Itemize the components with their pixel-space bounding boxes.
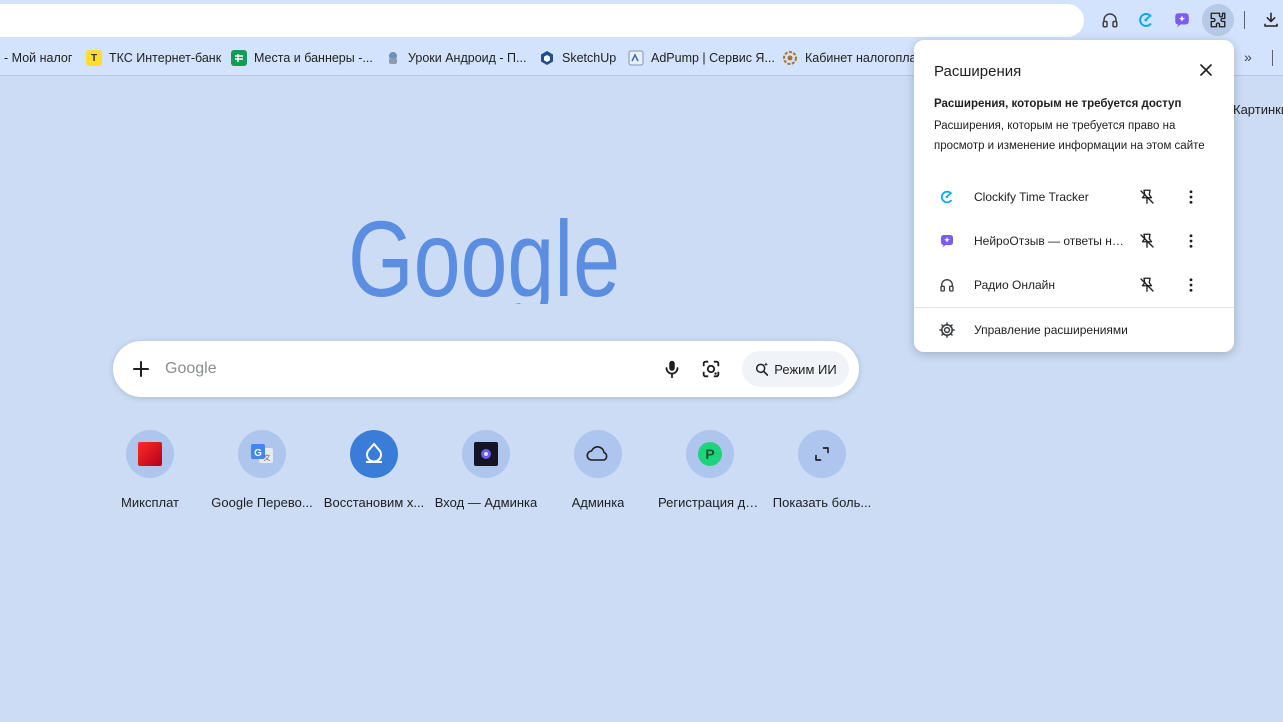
extension-item-clockify[interactable]: Clockify Time Tracker	[914, 177, 1234, 217]
browser-toolbar	[0, 0, 1283, 40]
tks-icon: T	[86, 50, 102, 66]
manage-extensions-label: Управление расширениями	[974, 323, 1128, 337]
shortcut-label: Google Перево...	[211, 495, 313, 510]
unpin-icon[interactable]	[1138, 232, 1156, 250]
bookmark-uroki-android[interactable]: Уроки Андроид - П...	[385, 49, 526, 67]
search-input[interactable]: Google	[165, 360, 217, 378]
android-icon	[385, 50, 401, 66]
more-options-icon[interactable]	[1182, 276, 1200, 294]
bookmarks-overflow-icon[interactable]: »	[1244, 49, 1252, 65]
shortcut-adminka[interactable]: Админка	[544, 430, 652, 510]
bookmark-sketchup[interactable]: SketchUp	[539, 49, 616, 67]
shortcut-vosstanovim[interactable]: Восстановим х...	[320, 430, 428, 510]
shortcut-label: Восстановим х...	[323, 495, 425, 510]
popup-divider	[914, 307, 1234, 308]
unpin-icon[interactable]	[1138, 276, 1156, 294]
toolbar-separator	[1244, 11, 1245, 29]
bookmark-tks[interactable]: T ТКС Интернет-банк	[86, 49, 221, 67]
google-translate-icon: G文	[238, 430, 286, 478]
bookmarks-separator	[1272, 50, 1273, 66]
shortcut-label: Показать боль...	[772, 495, 872, 510]
google-logo: Google	[348, 200, 620, 304]
clockify-icon	[938, 188, 956, 206]
shortcut-label: Миксплат	[121, 495, 179, 510]
extension-name: НейроОтзыв — ответы на отзывы	[974, 234, 1130, 248]
popup-title: Расширения	[934, 63, 1022, 80]
extension-item-neiro[interactable]: НейроОтзыв — ответы на отзывы	[914, 221, 1234, 261]
google-lens-icon[interactable]	[700, 358, 722, 380]
unpin-icon[interactable]	[1138, 188, 1156, 206]
expand-icon	[798, 430, 846, 478]
extension-item-radio[interactable]: Радио Онлайн	[914, 265, 1234, 305]
ai-mode-label: Режим ИИ	[774, 361, 837, 377]
nalog-icon	[782, 50, 798, 66]
ai-search-icon	[756, 362, 769, 376]
shortcut-label: Админка	[571, 495, 625, 510]
mixplat-icon	[126, 430, 174, 478]
sheets-icon	[231, 50, 247, 66]
section-description: Расширения, которым не требуется право н…	[934, 120, 1205, 152]
bookmark-label: AdPump | Сервис Я...	[651, 51, 775, 65]
restore-icon	[350, 430, 398, 478]
bookmark-mesta-bannery[interactable]: Места и баннеры -...	[231, 49, 373, 67]
bookmark-label: SketchUp	[562, 51, 617, 65]
download-icon[interactable]	[1258, 7, 1283, 33]
shortcut-show-more[interactable]: Показать боль...	[768, 430, 876, 510]
gear-icon	[939, 322, 955, 338]
bookmark-label: - Мой налог	[4, 51, 73, 65]
adpump-icon	[628, 50, 644, 66]
sketchup-icon	[539, 50, 555, 66]
bookmark-label: Уроки Андроид - П...	[408, 51, 527, 65]
section-heading: Расширения, которым не требуется доступ	[934, 98, 1182, 110]
address-bar[interactable]	[0, 4, 1084, 37]
bookmark-label: Места и баннеры -...	[254, 51, 373, 65]
shortcut-mixplat[interactable]: Миксплат	[96, 430, 204, 510]
images-link[interactable]: Картинки	[1233, 102, 1283, 117]
clockify-icon[interactable]	[1133, 7, 1159, 33]
svg-text:文: 文	[264, 453, 271, 462]
admin-login-icon	[462, 430, 510, 478]
manage-extensions-button[interactable]: Управление расширениями	[914, 312, 1234, 348]
extension-name: Радио Онлайн	[974, 278, 1055, 292]
neiro-icon[interactable]	[1169, 7, 1195, 33]
extensions-puzzle-icon[interactable]	[1202, 4, 1234, 36]
svg-text:Google: Google	[348, 200, 620, 304]
more-options-icon[interactable]	[1182, 188, 1200, 206]
bookmark-adpump[interactable]: AdPump | Сервис Я...	[628, 49, 775, 67]
shortcut-label: Вход — Админка	[434, 495, 538, 510]
shortcut-registraciya[interactable]: P Регистрация до...	[656, 430, 764, 510]
plus-icon[interactable]	[129, 357, 153, 381]
shortcut-vhod-adminka[interactable]: Вход — Админка	[432, 430, 540, 510]
bookmark-label: ТКС Интернет-банк	[109, 51, 222, 65]
bookmark-label: Кабинет налогопла...	[805, 51, 927, 65]
shortcut-label: Регистрация до...	[658, 495, 762, 510]
extension-name: Clockify Time Tracker	[974, 190, 1089, 204]
headphones-icon[interactable]	[1097, 7, 1123, 33]
neiro-icon	[938, 232, 956, 250]
close-icon[interactable]	[1196, 60, 1216, 80]
search-box[interactable]: Google Режим ИИ	[113, 341, 859, 397]
bookmark-moy-nalog[interactable]: - Мой налог	[4, 49, 72, 67]
cloud-icon	[574, 430, 622, 478]
extensions-popup: Расширения Расширения, которым не требуе…	[914, 40, 1234, 352]
more-options-icon[interactable]	[1182, 232, 1200, 250]
svg-text:G: G	[254, 448, 262, 459]
shortcut-google-translate[interactable]: G文 Google Перево...	[208, 430, 316, 510]
headphones-icon	[938, 276, 956, 294]
bookmark-kabinet-nalog[interactable]: Кабинет налогопла...	[782, 49, 927, 67]
svg-text:P: P	[705, 446, 714, 462]
ai-mode-button[interactable]: Режим ИИ	[742, 351, 849, 387]
microphone-icon[interactable]	[661, 358, 683, 380]
registration-icon: P	[686, 430, 734, 478]
